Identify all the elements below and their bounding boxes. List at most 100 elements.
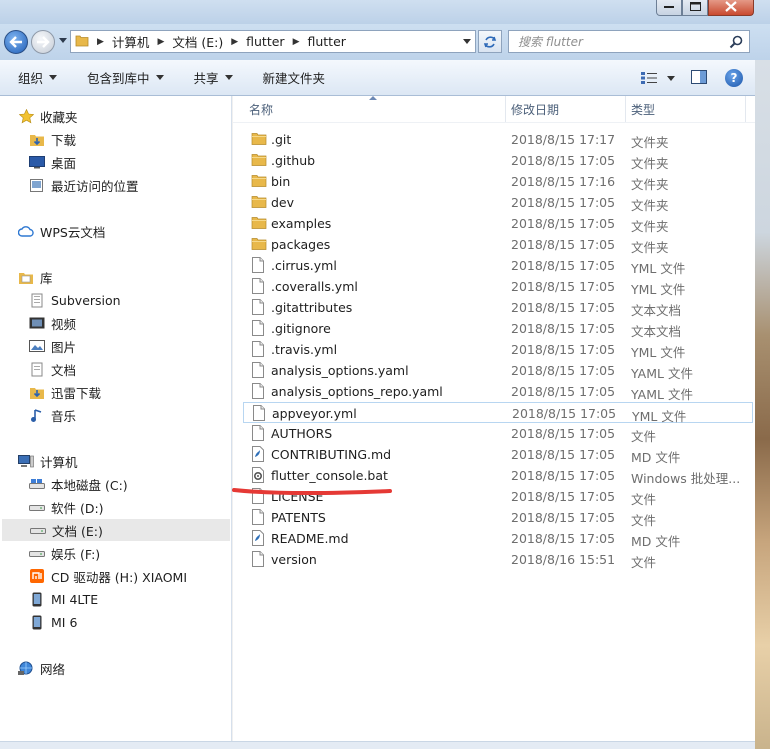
file-row[interactable]: bin 2018/8/15 17:16 文件夹 xyxy=(243,171,753,192)
file-row[interactable]: .cirrus.yml 2018/8/15 17:05 YML 文件 xyxy=(243,255,753,276)
file-row[interactable]: AUTHORS 2018/8/15 17:05 文件 xyxy=(243,423,753,444)
nav-drive-e[interactable]: 文档 (E:) xyxy=(2,519,230,541)
folder-icon xyxy=(251,194,267,211)
share-button[interactable]: 共享 xyxy=(186,60,241,95)
nav-subversion[interactable]: Subversion xyxy=(29,289,121,311)
file-icon xyxy=(251,341,265,360)
file-list-pane: 名称 修改日期 类型 .git 2018/8/15 17:17 文件夹 .github… xyxy=(233,96,755,749)
nav-drive-d[interactable]: 软件 (D:) xyxy=(29,496,104,518)
breadcrumb-flutter-1[interactable]: flutter ▶ xyxy=(246,34,307,49)
breadcrumb-drive-e[interactable]: 文档 (E:) ▶ xyxy=(172,32,246,51)
file-row[interactable]: .gitattributes 2018/8/15 17:05 文本文档 xyxy=(243,297,753,318)
file-row[interactable]: .gitignore 2018/8/15 17:05 文本文档 xyxy=(243,318,753,339)
breadcrumb-computer[interactable]: 计算机 ▶ xyxy=(112,32,172,51)
file-row[interactable]: PATENTS 2018/8/15 17:05 文件 xyxy=(243,507,753,528)
file-modified-date: 2018/8/15 17:05 xyxy=(511,216,616,231)
file-row[interactable]: .travis.yml 2018/8/15 17:05 YML 文件 xyxy=(243,339,753,360)
column-header-label: 类型 xyxy=(631,102,656,117)
file-type: 文件 xyxy=(631,513,657,528)
nav-computer[interactable]: 计算机 xyxy=(18,450,78,472)
file-row[interactable]: dev 2018/8/15 17:05 文件夹 xyxy=(243,192,753,213)
nav-label: 娱乐 (F:) xyxy=(51,546,101,562)
nav-recent[interactable]: 最近访问的位置 xyxy=(29,174,139,196)
file-row[interactable]: appveyor.yml 2018/8/15 17:05 YML 文件 xyxy=(243,402,753,424)
help-button[interactable]: ? xyxy=(725,69,743,87)
arrow-right-icon xyxy=(37,36,50,48)
red-underline-annotation xyxy=(232,488,392,496)
refresh-button[interactable] xyxy=(478,30,502,53)
file-type: 文件 xyxy=(631,429,657,444)
column-header-date[interactable]: 修改日期 xyxy=(506,96,626,122)
nav-network[interactable]: 网络 xyxy=(18,657,65,679)
address-bar[interactable]: ▶ 计算机 ▶ 文档 (E:) ▶ flutter ▶ flutter xyxy=(70,30,476,53)
file-row[interactable]: analysis_options.yaml 2018/8/15 17:05 YAML… xyxy=(243,360,753,381)
file-icon xyxy=(251,383,265,402)
file-row[interactable]: README.md 2018/8/15 17:05 MD 文件 xyxy=(243,528,753,549)
column-header-type[interactable]: 类型 xyxy=(626,96,746,122)
nav-videos[interactable]: 视频 xyxy=(29,312,76,334)
nav-desktop[interactable]: 桌面 xyxy=(29,151,76,173)
window-controls xyxy=(656,0,754,16)
search-box[interactable] xyxy=(508,30,750,53)
address-history-dropdown[interactable] xyxy=(463,39,471,44)
search-icon[interactable] xyxy=(729,35,743,52)
view-controls: ? xyxy=(641,60,755,96)
file-icon xyxy=(251,257,265,276)
nav-wps-cloud[interactable]: WPS云文档 xyxy=(18,220,105,242)
close-button[interactable] xyxy=(708,0,754,16)
file-row[interactable]: .coveralls.yml 2018/8/15 17:05 YML 文件 xyxy=(243,276,753,297)
nav-drive-f[interactable]: 娱乐 (F:) xyxy=(29,542,100,564)
organize-label: 组织 xyxy=(18,71,44,86)
file-row[interactable]: .github 2018/8/15 17:05 文件夹 xyxy=(243,150,753,171)
include-in-library-button[interactable]: 包含到库中 xyxy=(79,60,172,95)
nav-drive-h[interactable]: CD 驱动器 (H:) XIAOMI xyxy=(29,565,187,587)
nav-libraries[interactable]: 库 xyxy=(18,266,53,288)
file-row[interactable]: version 2018/8/16 15:51 文件 xyxy=(243,549,753,570)
breadcrumb-flutter-2[interactable]: flutter xyxy=(307,34,345,49)
file-row[interactable]: flutter_console.bat 2018/8/15 17:05 Window… xyxy=(243,465,753,486)
file-row[interactable]: CONTRIBUTING.md 2018/8/15 17:05 MD 文件 xyxy=(243,444,753,465)
nav-thunder-downloads[interactable]: 迅雷下载 xyxy=(29,381,101,403)
search-input[interactable] xyxy=(509,34,719,49)
nav-mi4lte[interactable]: MI 4LTE xyxy=(29,588,98,610)
nav-label: WPS云文档 xyxy=(40,224,106,240)
file-name: .cirrus.yml xyxy=(271,258,337,273)
change-view-button[interactable] xyxy=(641,72,675,84)
nav-pictures[interactable]: 图片 xyxy=(29,335,76,357)
file-row[interactable]: .git 2018/8/15 17:17 文件夹 xyxy=(243,129,753,150)
file-row[interactable]: analysis_options_repo.yaml 2018/8/15 17:0… xyxy=(243,381,753,402)
new-folder-button[interactable]: 新建文件夹 xyxy=(255,60,334,95)
file-row[interactable]: examples 2018/8/15 17:05 文件夹 xyxy=(243,213,753,234)
file-modified-date: 2018/8/15 17:05 xyxy=(511,468,616,483)
column-header-name[interactable]: 名称 xyxy=(233,96,506,122)
nav-label: 最近访问的位置 xyxy=(51,178,139,194)
file-type: 文件 xyxy=(631,492,657,507)
minimize-button[interactable] xyxy=(656,0,682,16)
system-drive-icon xyxy=(29,476,45,492)
file-row[interactable]: packages 2018/8/15 17:05 文件夹 xyxy=(243,234,753,255)
preview-pane-button[interactable] xyxy=(691,69,707,87)
back-button[interactable] xyxy=(4,30,28,54)
md-file-icon xyxy=(251,530,265,549)
file-modified-date: 2018/8/15 17:05 xyxy=(511,195,616,210)
file-type: YAML 文件 xyxy=(631,366,693,381)
nav-mi6[interactable]: MI 6 xyxy=(29,611,77,633)
recent-pages-dropdown[interactable] xyxy=(59,38,67,43)
forward-button[interactable] xyxy=(31,30,55,54)
nav-downloads[interactable]: 下载 xyxy=(29,128,76,150)
breadcrumb-separator-root[interactable]: ▶ xyxy=(93,37,112,47)
close-icon xyxy=(725,1,737,12)
nav-music[interactable]: 音乐 xyxy=(29,404,76,426)
nav-favorites[interactable]: 收藏夹 xyxy=(18,105,78,127)
organize-button[interactable]: 组织 xyxy=(10,60,65,95)
file-name: .travis.yml xyxy=(271,342,338,357)
file-type: YAML 文件 xyxy=(631,387,693,402)
nav-documents[interactable]: 文档 xyxy=(29,358,76,380)
file-type: MD 文件 xyxy=(631,450,681,465)
column-header-label: 名称 xyxy=(249,102,274,117)
minimize-icon xyxy=(664,5,674,8)
nav-drive-c[interactable]: 本地磁盘 (C:) xyxy=(29,473,128,495)
file-name: README.md xyxy=(271,531,349,546)
file-name: examples xyxy=(271,216,332,231)
maximize-button[interactable] xyxy=(682,0,708,16)
